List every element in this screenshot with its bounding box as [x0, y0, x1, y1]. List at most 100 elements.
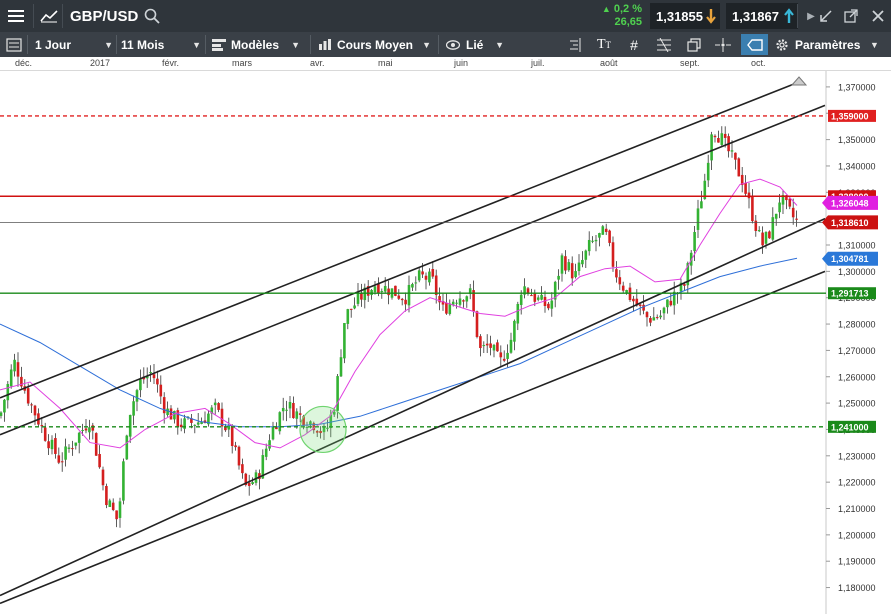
- candle-body: [377, 283, 380, 294]
- candle-body: [40, 425, 44, 427]
- popout-icon[interactable]: [842, 0, 860, 32]
- candle-body: [710, 134, 713, 161]
- candle-body: [152, 374, 156, 379]
- chart-type-icon[interactable]: [36, 0, 62, 32]
- buy-price-button[interactable]: 1,31867: [726, 3, 798, 29]
- month-label: sept.: [680, 58, 700, 68]
- arrow-right-icon[interactable]: ▶: [804, 0, 818, 32]
- candle-body: [149, 372, 152, 374]
- panel-icon[interactable]: [6, 32, 22, 57]
- candle-body: [516, 303, 520, 324]
- settings-button[interactable]: Paramètres: [775, 32, 860, 57]
- sell-price-button[interactable]: 1,31855: [650, 3, 720, 29]
- y-tick-label: 1,350000: [838, 135, 876, 145]
- candle-body: [43, 427, 47, 441]
- candle-body: [696, 208, 700, 230]
- candle-body: [693, 231, 696, 252]
- candle-body: [380, 291, 384, 293]
- month-axis: déc. 2017 févr. mars avr. mai juin juil.…: [0, 57, 891, 71]
- candle-body: [655, 317, 659, 319]
- candle-body: [241, 464, 244, 474]
- candle-body: [642, 304, 645, 311]
- templates-icon: [212, 38, 226, 51]
- candle-body: [683, 284, 686, 286]
- candle-body: [717, 138, 720, 143]
- templates-dropdown[interactable]: Modèles ▼: [212, 32, 300, 57]
- candle-body: [292, 402, 295, 419]
- candle-body: [492, 344, 496, 351]
- search-icon[interactable]: [143, 0, 161, 32]
- candle-body: [720, 133, 724, 145]
- settings-label: Paramètres: [795, 37, 861, 52]
- price-chart[interactable]: 1,180000 1,190000 1,200000 1,210000 1,220000…: [0, 71, 891, 614]
- copy-icon[interactable]: [685, 32, 703, 57]
- caret-down-icon[interactable]: ▼: [870, 32, 884, 57]
- y-tick-label: 1,180000: [838, 583, 876, 593]
- month-label: juil.: [531, 58, 545, 68]
- label-tool-icon[interactable]: [741, 34, 768, 55]
- candle-body: [513, 320, 516, 342]
- candle-body: [346, 309, 350, 324]
- month-label: févr.: [162, 58, 180, 68]
- level-tag-label: 1,359000: [831, 111, 869, 121]
- candle-body: [564, 256, 567, 271]
- candle-body: [288, 401, 292, 409]
- candle-body: [404, 299, 407, 305]
- indicator-dropdown[interactable]: Cours Moyen ▼: [318, 32, 431, 57]
- menu-icon[interactable]: [0, 0, 32, 32]
- candle-body: [462, 300, 465, 302]
- candle-body: [336, 376, 339, 411]
- level-tag-label: 1,241000: [831, 422, 869, 432]
- candle-body: [638, 304, 642, 306]
- align-right-icon[interactable]: [565, 32, 583, 57]
- month-label: déc.: [15, 58, 33, 68]
- y-tick-label: 1,340000: [838, 161, 876, 171]
- indicator-label: Cours Moyen: [337, 37, 414, 52]
- collapse-icon[interactable]: [818, 0, 834, 32]
- sell-price: 1,31855: [656, 8, 703, 24]
- candle-body: [584, 250, 588, 260]
- fibonacci-icon[interactable]: [654, 32, 674, 57]
- range-dropdown[interactable]: 11 Mois ▼: [121, 32, 201, 57]
- crosshair-icon[interactable]: [713, 32, 733, 57]
- y-tick-label: 1,190000: [838, 557, 876, 567]
- candle-body: [135, 390, 139, 402]
- y-tick-label: 1,300000: [838, 267, 876, 277]
- candle-body: [247, 482, 251, 486]
- candle-body: [122, 461, 125, 501]
- candle-body: [700, 201, 703, 209]
- candle-body: [662, 307, 666, 314]
- candle-body: [9, 369, 13, 387]
- candle-body: [88, 427, 91, 433]
- candle-body: [271, 427, 275, 440]
- candle-body: [139, 379, 142, 391]
- candle-body: [60, 461, 64, 463]
- y-tick-label: 1,230000: [838, 451, 876, 461]
- candle-body: [414, 282, 418, 284]
- candle-body: [64, 446, 67, 460]
- candle-body: [666, 299, 669, 308]
- candle-body: [757, 229, 761, 232]
- close-icon[interactable]: [869, 0, 887, 32]
- candle-body: [159, 384, 163, 397]
- candle-body: [128, 414, 132, 437]
- eye-icon: [446, 39, 460, 50]
- candle-body: [298, 413, 302, 415]
- candle-body: [339, 357, 343, 377]
- candle-body: [213, 402, 217, 406]
- candle-body: [417, 270, 421, 281]
- instrument-symbol[interactable]: GBP/USD: [70, 0, 138, 32]
- candle-body: [577, 262, 581, 272]
- month-label: oct.: [751, 58, 766, 68]
- caret-down-icon: ▼: [192, 39, 201, 50]
- candle-body: [734, 152, 737, 160]
- interval-dropdown[interactable]: 1 Jour ▼: [35, 32, 113, 57]
- text-tool-icon[interactable]: TT: [594, 32, 614, 57]
- grid-icon[interactable]: #: [625, 32, 643, 57]
- candle-body: [795, 218, 798, 220]
- candle-body: [706, 162, 710, 181]
- symbol-label: GBP/USD: [70, 7, 139, 25]
- link-dropdown[interactable]: Lié ▼: [446, 32, 504, 57]
- caret-down-icon: ▼: [422, 39, 431, 50]
- candle-body: [482, 345, 486, 347]
